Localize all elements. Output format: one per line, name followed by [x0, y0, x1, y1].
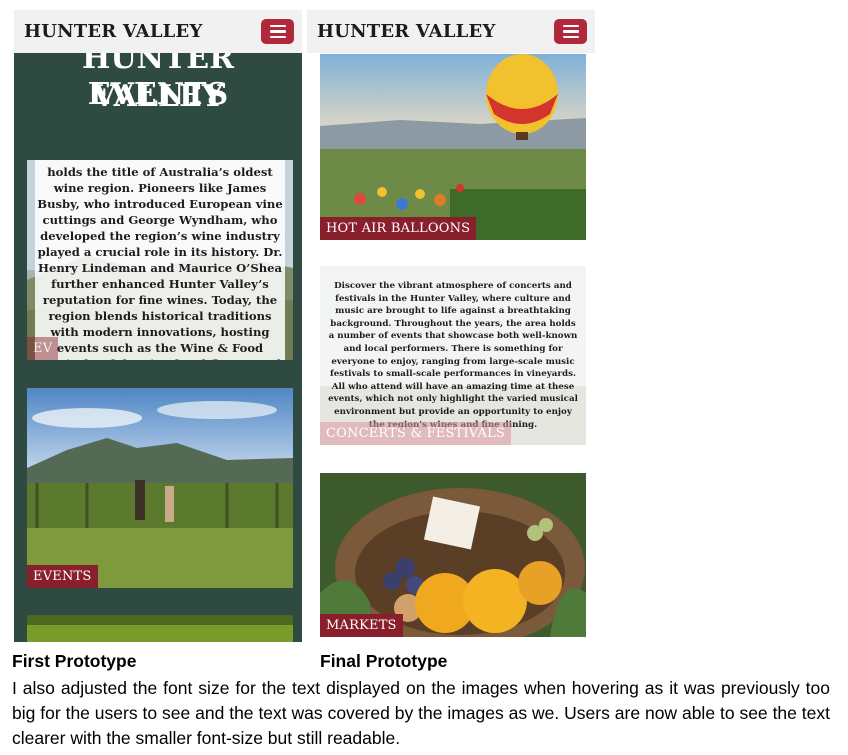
first-prototype-screen: HUNTER VALLEY HUNTER VALLEY EVENTS holds… — [14, 10, 302, 642]
hot-air-balloons-card[interactable]: HOT AIR BALLOONS — [320, 54, 586, 240]
vineyard-walk-photo — [27, 388, 293, 588]
card-label: HOT AIR BALLOONS — [320, 217, 477, 240]
first-prototype-caption: First Prototype — [12, 651, 137, 671]
site-brand[interactable]: HUNTER VALLEY — [24, 21, 203, 42]
final-prototype-caption: Final Prototype — [320, 651, 448, 671]
hot-air-balloon-photo — [320, 54, 586, 240]
concerts-hover-text: Discover the vibrant atmosphere of conce… — [320, 266, 586, 445]
site-header: HUNTER VALLEY — [14, 10, 302, 53]
events-card[interactable]: EVENTS — [27, 388, 293, 588]
hamburger-menu-icon[interactable] — [554, 19, 587, 44]
hamburger-menu-icon[interactable] — [261, 19, 294, 44]
history-hover-text: holds the title of Australia’s oldest wi… — [35, 160, 285, 360]
description-paragraph: I also adjusted the font size for the te… — [12, 678, 830, 748]
markets-card[interactable]: MARKETS — [320, 473, 586, 637]
card-label: EV — [27, 337, 59, 360]
card-label: EVENTS — [27, 565, 98, 588]
hero-title-line2: EVENTS — [87, 77, 229, 112]
site-brand[interactable]: HUNTER VALLEY — [317, 21, 496, 42]
final-prototype-screen: HUNTER VALLEY HOT AIR BALLOONS Discover … — [307, 10, 595, 642]
history-card[interactable]: holds the title of Australia’s oldest wi… — [27, 160, 293, 360]
concerts-festivals-card[interactable]: Discover the vibrant atmosphere of conce… — [320, 266, 586, 445]
vines-photo — [27, 615, 293, 642]
card-label: MARKETS — [320, 614, 403, 637]
card-label: CONCERTS & FESTIVALS — [320, 422, 512, 445]
market-basket-photo — [320, 473, 586, 637]
site-header: HUNTER VALLEY — [307, 10, 595, 53]
vineyard-card[interactable] — [27, 615, 293, 642]
